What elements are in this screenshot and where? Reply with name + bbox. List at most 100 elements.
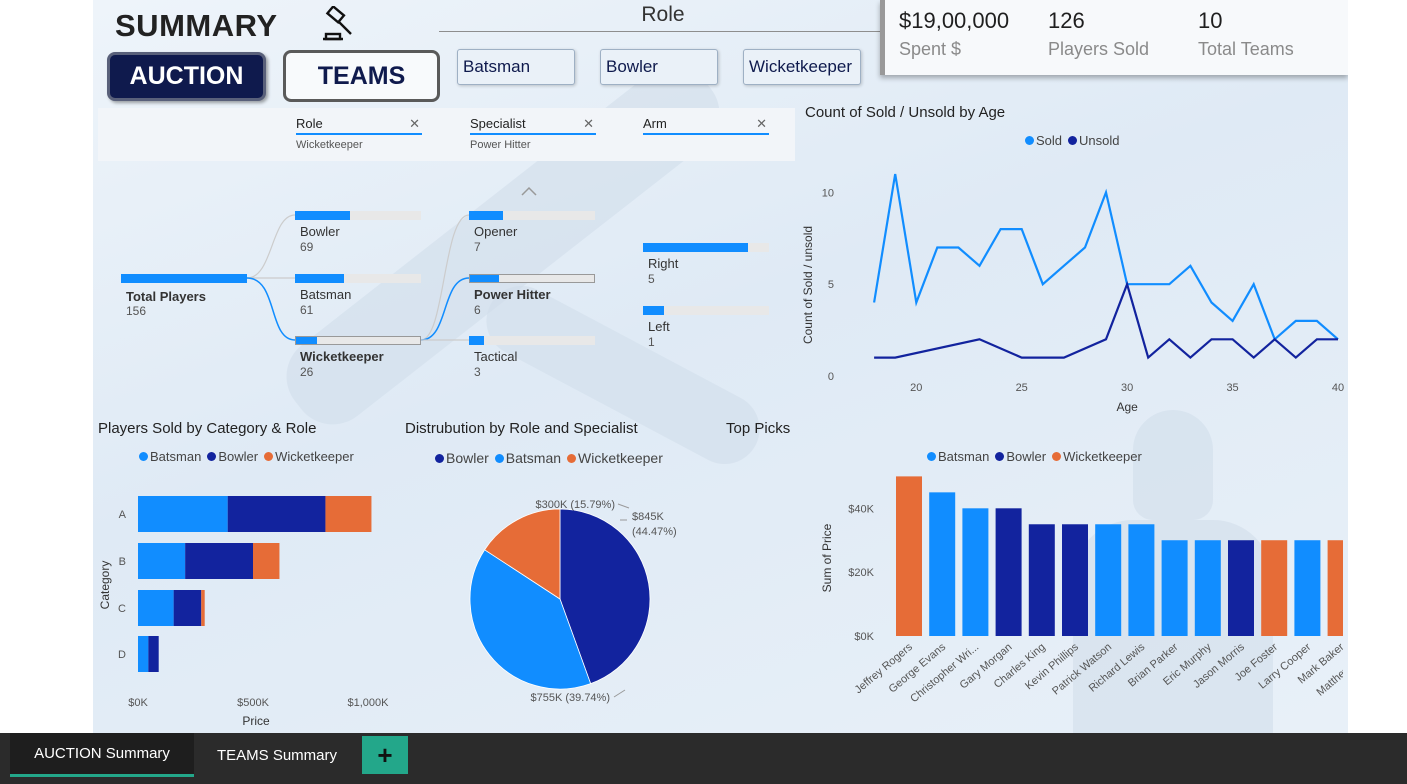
dt-role-value: 69 xyxy=(300,240,314,254)
series-line-sold xyxy=(873,173,1339,342)
bar-bowler xyxy=(185,543,253,579)
tab-teams-summary[interactable]: TEAMS Summary xyxy=(194,733,360,777)
report-canvas: SUMMARY AUCTION TEAMS Role Batsman Bowle… xyxy=(93,0,1348,733)
bar-bowler xyxy=(1228,540,1254,636)
x-tick-label: $1,000K xyxy=(348,697,390,709)
x-axis-label: Age xyxy=(1116,400,1138,414)
dt-specialist-bar[interactable] xyxy=(469,211,595,220)
dt-specialist-label: Power Hitter xyxy=(474,287,551,302)
dt-specialist-label: Opener xyxy=(474,224,518,239)
bar-batsman xyxy=(138,636,149,672)
total-teams-label: Total Teams xyxy=(1198,39,1294,59)
dt-role-bar[interactable] xyxy=(295,211,421,220)
filter-role-label: Role xyxy=(296,116,323,131)
y-tick-label: $0K xyxy=(854,631,874,643)
legend-batsman: Batsman xyxy=(938,449,990,464)
dt-specialist-value: 6 xyxy=(474,303,481,317)
dt-arm-label: Left xyxy=(648,319,670,334)
players-sold-value: 126 xyxy=(1048,8,1085,33)
page-tab-bar: AUCTION Summary TEAMS Summary + xyxy=(0,733,1407,784)
tab-auction-summary[interactable]: AUCTION Summary xyxy=(10,733,194,777)
pie-data-label: $300K (15.79%) xyxy=(536,499,616,511)
bar-batsman xyxy=(962,508,989,636)
x-tick-label: 25 xyxy=(1016,382,1028,394)
players-sold-label: Players Sold xyxy=(1048,39,1150,59)
bar-wicketkeeper xyxy=(201,590,205,626)
legend-bowler: Bowler xyxy=(446,450,489,466)
legend-sold: Sold xyxy=(1036,133,1063,148)
dt-role-bar[interactable] xyxy=(295,336,421,345)
dt-arm-value: 1 xyxy=(648,335,655,349)
filter-specialist-value: Power Hitter xyxy=(470,139,531,151)
x-tick-label: 40 xyxy=(1332,382,1344,394)
y-tick-label: 5 xyxy=(828,279,834,291)
legend-batsman: Batsman xyxy=(505,450,562,466)
legend-wicketkeeper: Wicketkeeper xyxy=(578,450,663,466)
role-wicketkeeper-button[interactable]: Wicketkeeper xyxy=(743,49,861,85)
dt-arm-bar[interactable] xyxy=(643,243,769,252)
close-icon[interactable]: ✕ xyxy=(583,116,594,132)
dt-role-label: Bowler xyxy=(300,224,340,239)
auction-nav-button[interactable]: AUCTION xyxy=(107,52,266,101)
x-axis-label: Price xyxy=(242,714,270,728)
y-axis-label: Sum of Price xyxy=(820,523,834,592)
y-tick-label: 10 xyxy=(822,187,834,199)
bar-wicketkeeper xyxy=(1261,540,1288,636)
dt-specialist-bar[interactable] xyxy=(469,336,595,345)
bar-batsman xyxy=(1161,540,1188,636)
bar-bowler xyxy=(1028,524,1055,636)
category-label: C xyxy=(118,603,126,615)
dt-arm-bar[interactable] xyxy=(643,306,769,315)
role-bowler-button[interactable]: Bowler xyxy=(600,49,718,85)
line-chart-title: Count of Sold / Unsold by Age xyxy=(805,104,1006,121)
bar-batsman xyxy=(138,543,186,579)
bar-bowler xyxy=(995,508,1022,636)
add-page-button[interactable]: + xyxy=(362,736,408,774)
y-axis-label: Category xyxy=(98,561,112,610)
x-tick-label: 30 xyxy=(1121,382,1133,394)
pie-data-label: $755K (39.74%) xyxy=(531,692,611,704)
stacked-bar-title: Players Sold by Category & Role xyxy=(98,420,317,437)
bar-bowler xyxy=(227,496,326,532)
bar-bowler xyxy=(173,590,202,626)
bar-batsman xyxy=(138,590,174,626)
spent-value: $19,00,000 xyxy=(899,8,1010,33)
stacked-bar-legend: Batsman Bowler Wicketkeeper xyxy=(139,449,356,464)
legend-bowler: Bowler xyxy=(218,449,259,464)
chevron-up-icon[interactable] xyxy=(521,186,537,196)
stacked-bar-chart: A B C D $0K $500K $1,000K Price Category xyxy=(98,496,390,728)
filter-role[interactable]: Role ✕ Wicketkeeper xyxy=(296,116,422,151)
filter-specialist[interactable]: Specialist ✕ Power Hitter xyxy=(470,116,596,151)
y-tick-label: 0 xyxy=(828,371,834,383)
dt-role-bar[interactable] xyxy=(295,274,421,283)
dt-specialist-value: 3 xyxy=(474,365,481,379)
bar-batsman xyxy=(1194,540,1221,636)
legend-wicketkeeper: Wicketkeeper xyxy=(1063,449,1142,464)
pie-chart-legend: Bowler Batsman Wicketkeeper xyxy=(435,450,665,466)
dt-role-label: Batsman xyxy=(300,287,352,302)
bar-batsman xyxy=(1095,524,1122,636)
dt-specialist-value: 7 xyxy=(474,240,481,254)
pie-data-label: (44.47%) xyxy=(632,526,677,538)
role-batsman-button[interactable]: Batsman xyxy=(457,49,575,85)
gavel-icon xyxy=(323,6,352,41)
top-picks-legend: Batsman Bowler Wicketkeeper xyxy=(927,449,1144,464)
legend-bowler: Bowler xyxy=(1006,449,1047,464)
top-picks-title: Top Picks xyxy=(726,420,791,437)
close-icon[interactable]: ✕ xyxy=(756,116,767,132)
y-tick-label: $40K xyxy=(848,503,874,515)
bar-bowler xyxy=(148,636,159,672)
filter-arm-label: Arm xyxy=(643,116,667,131)
dt-specialist-label: Tactical xyxy=(474,349,518,364)
filter-arm[interactable]: Arm ✕ xyxy=(643,116,769,139)
x-tick-label: 35 xyxy=(1226,382,1238,394)
y-axis-label: Count of Sold / unsold xyxy=(801,226,815,344)
dt-specialist-bar[interactable] xyxy=(469,274,595,283)
line-chart-legend: Sold Unsold xyxy=(1025,133,1122,148)
pie-chart: $845K (44.47%) $755K (39.74%) $300K (15.79%… xyxy=(469,499,677,704)
close-icon[interactable]: ✕ xyxy=(409,116,420,132)
dt-root-bar[interactable] xyxy=(121,274,247,283)
bar-wicketkeeper xyxy=(896,476,922,636)
dt-root-value: 156 xyxy=(126,304,147,318)
teams-nav-button[interactable]: TEAMS xyxy=(283,50,440,102)
